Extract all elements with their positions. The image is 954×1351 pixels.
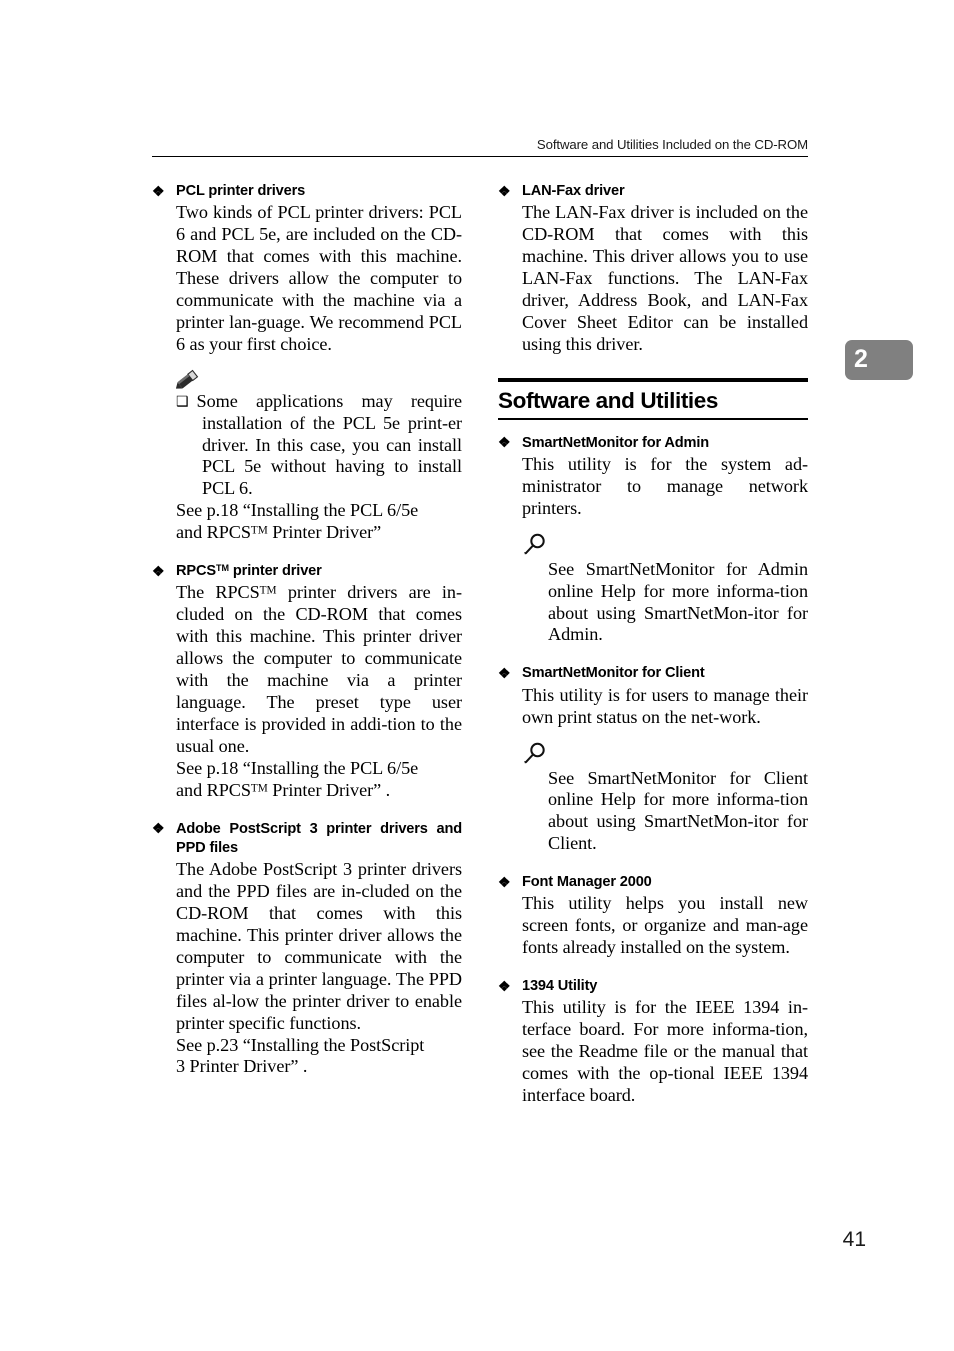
entry-lan-fax-driver: ❖ LAN-Fax driver The LAN-Fax driver is i… <box>498 182 808 356</box>
entry-body-pre: The RPCS <box>176 582 260 603</box>
entry-title: ❖ 1394 Utility <box>498 977 808 996</box>
entry-rpcs-printer-driver: ❖ RPCSTM printer driver The RPCSTM print… <box>152 562 462 801</box>
trademark-mark: TM <box>259 584 277 597</box>
right-column: ❖ LAN-Fax driver The LAN-Fax driver is i… <box>498 182 808 1125</box>
section-heading-software-and-utilities: Software and Utilities <box>498 377 808 420</box>
entry-body: The Adobe PostScript 3 printer drivers a… <box>176 859 462 1033</box>
see-reference: See p.18 “Installing the PCL 6/5e and RP… <box>152 500 462 544</box>
diamond-bullet-icon: ❖ <box>152 182 165 199</box>
entry-body-post: printer drivers are in-cluded on the CD-… <box>176 582 462 756</box>
diamond-bullet-icon: ❖ <box>152 820 165 837</box>
left-column: ❖ PCL printer drivers Two kinds of PCL p… <box>152 182 462 1125</box>
entry-title-pre: RPCS <box>176 563 216 580</box>
diamond-bullet-icon: ❖ <box>498 664 511 681</box>
entry-title-text: SmartNetMonitor for Admin <box>522 434 710 451</box>
entry-title-text: Font Manager 2000 <box>522 874 652 891</box>
see-line-1: See p.18 “Installing the PCL 6/5e <box>176 757 419 778</box>
page-number: 41 <box>842 1228 866 1251</box>
entry-adobe-postscript-3: ❖ Adobe PostScript 3 printer drivers and… <box>152 820 462 1079</box>
entry-title: ❖ Adobe PostScript 3 printer drivers and… <box>152 820 462 859</box>
running-header-text: Software and Utilities Included on the C… <box>536 137 808 152</box>
section-title-text: Software and Utilities <box>498 387 718 413</box>
see-reference: See p.23 “Installing the PostScript 3 Pr… <box>152 1035 462 1079</box>
see-line-2-post: Printer Driver” . <box>267 779 391 800</box>
trademark-mark: TM <box>250 781 268 794</box>
entry-title-text: Adobe PostScript 3 printer drivers and P… <box>176 820 462 856</box>
see-line-2-pre: and RPCS <box>176 779 251 800</box>
entry-body: This utility is for the IEEE 1394 in-ter… <box>522 997 808 1106</box>
see-line-2: 3 Printer Driver” . <box>176 1056 308 1077</box>
magnifier-icon <box>498 741 808 767</box>
section-rule-top <box>498 377 808 382</box>
entry-title-text: PCL printer drivers <box>176 183 306 199</box>
trademark-mark: TM <box>250 524 268 537</box>
see-line-2-post: Printer Driver” <box>267 522 382 543</box>
entry-title: ❖ Font Manager 2000 <box>498 873 808 892</box>
trademark-mark: TM <box>215 563 230 574</box>
note-body: ❑ Some applications may require installat… <box>152 391 462 501</box>
chapter-tab: 2 <box>845 340 913 380</box>
entry-title-post: printer driver <box>229 563 322 580</box>
entry-smartnetmonitor-for-admin: ❖ SmartNetMonitor for Admin This utility… <box>498 434 808 647</box>
diamond-bullet-icon: ❖ <box>498 873 511 890</box>
header-rule <box>152 155 808 157</box>
entry-smartnetmonitor-for-client: ❖ SmartNetMonitor for Client This utilit… <box>498 664 808 855</box>
entry-body: The RPCSTM printer drivers are in-cluded… <box>152 582 462 757</box>
see-line-1: See p.23 “Installing the PostScript <box>176 1034 425 1055</box>
reference-body: See SmartNetMonitor for Client online He… <box>548 767 808 854</box>
note-text: Some applications may require installati… <box>196 390 463 499</box>
see-reference: See p.18 “Installing the PCL 6/5e and RP… <box>152 758 462 802</box>
entry-body: Two kinds of PCL printer drivers: PCL 6 … <box>176 202 462 354</box>
note-square-icon: ❑ <box>176 394 189 410</box>
entry-body: This utility is for the system ad-minist… <box>522 453 808 518</box>
entry-title-text: SmartNetMonitor for Client <box>522 665 705 682</box>
entry-title: ❖ SmartNetMonitor for Client <box>498 664 808 683</box>
entry-title-text: LAN-Fax driver <box>522 183 625 199</box>
entry-title: ❖ PCL printer drivers <box>152 182 462 201</box>
see-line-2-pre: and RPCS <box>176 522 251 543</box>
diamond-bullet-icon: ❖ <box>498 182 511 199</box>
running-header: Software and Utilities Included on the C… <box>152 137 808 157</box>
entry-title: ❖ SmartNetMonitor for Admin <box>498 434 808 453</box>
entry-pcl-printer-drivers: ❖ PCL printer drivers Two kinds of PCL p… <box>152 182 462 544</box>
diamond-bullet-icon: ❖ <box>152 562 165 579</box>
entry-title-text: 1394 Utility <box>522 978 598 995</box>
chapter-number: 2 <box>854 345 868 373</box>
reference-body: See SmartNetMonitor for Admin online Hel… <box>548 558 808 645</box>
magnifier-icon <box>498 532 808 558</box>
entry-title: ❖ LAN-Fax driver <box>498 182 808 201</box>
entry-font-manager-2000: ❖ Font Manager 2000 This utility helps y… <box>498 873 808 959</box>
pencil-icon <box>152 368 462 390</box>
see-line-1: See p.18 “Installing the PCL 6/5e <box>176 500 419 521</box>
entry-body: The LAN-Fax driver is included on the CD… <box>522 202 808 354</box>
entry-body: This utility is for users to manage thei… <box>522 684 808 727</box>
entry-body: This utility helps you install new scree… <box>522 893 808 958</box>
body-columns: ❖ PCL printer drivers Two kinds of PCL p… <box>152 182 808 1125</box>
section-rule-bottom <box>498 417 808 420</box>
diamond-bullet-icon: ❖ <box>498 977 511 994</box>
entry-1394-utility: ❖ 1394 Utility This utility is for the I… <box>498 977 808 1107</box>
diamond-bullet-icon: ❖ <box>498 434 511 451</box>
entry-title: ❖ RPCSTM printer driver <box>152 562 462 581</box>
